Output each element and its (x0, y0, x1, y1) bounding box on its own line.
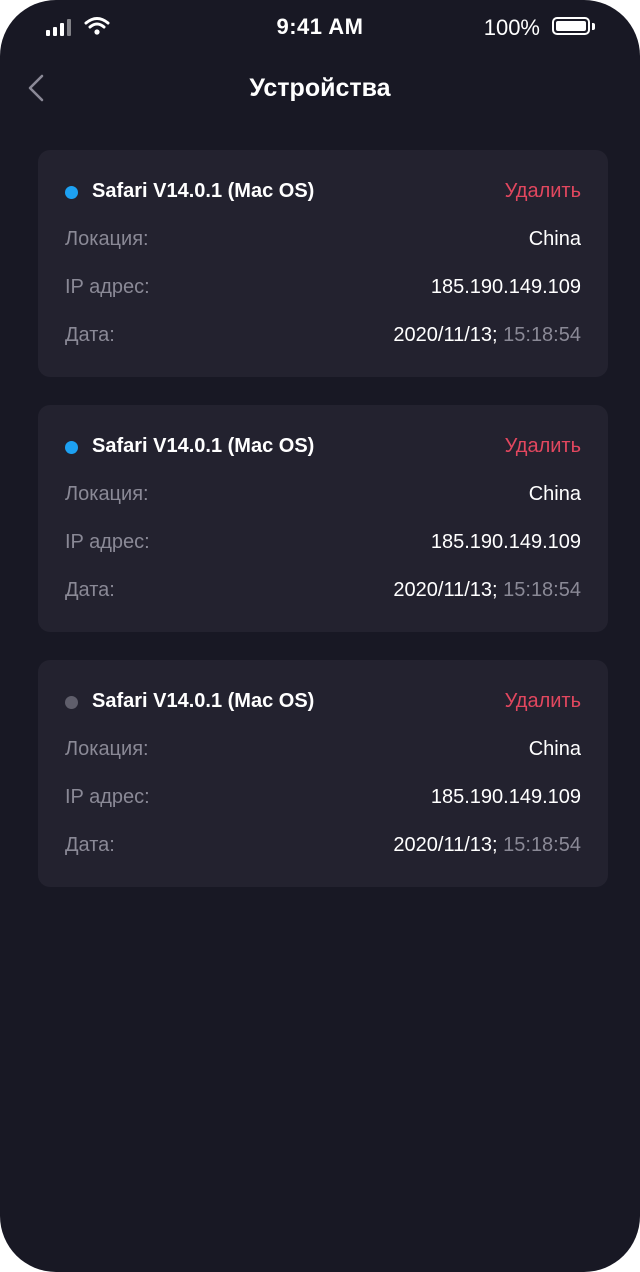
location-value: China (528, 483, 581, 505)
delete-device-button[interactable]: Удалить (505, 180, 581, 203)
time-text: 15:18:54 (497, 834, 581, 856)
location-value: China (528, 738, 581, 760)
location-row: Локация: China (65, 228, 581, 256)
battery-tip (592, 23, 595, 30)
delete-device-button[interactable]: Удалить (505, 690, 581, 713)
ip-label: IP адрес: (65, 786, 150, 808)
location-row: Локация: China (65, 738, 581, 766)
time-text: 15:18:54 (497, 579, 581, 601)
device-card-header: Safari V14.0.1 (Mac OS) Удалить (64, 433, 581, 463)
date-row: Дата: 2020/11/13; 15:18:54 (65, 579, 581, 607)
ip-row: IP адрес: 185.190.149.109 (65, 276, 581, 304)
location-label: Локация: (65, 738, 149, 760)
device-name: Safari V14.0.1 (Mac OS) (92, 435, 315, 457)
device-card-header: Safari V14.0.1 (Mac OS) Удалить (64, 688, 581, 718)
date-value: 2020/11/13; 15:18:54 (393, 579, 581, 602)
battery-icon (552, 17, 590, 35)
delete-device-button[interactable]: Удалить (505, 435, 581, 458)
date-label: Дата: (65, 579, 115, 601)
status-time: 9:41 AM (276, 14, 364, 39)
ip-label: IP адрес: (65, 276, 150, 298)
ip-label: IP адрес: (65, 531, 150, 553)
location-label: Локация: (65, 483, 149, 505)
status-bar: 9:41 AM 100% (0, 0, 640, 56)
location-label: Локация: (65, 228, 149, 250)
date-text: 2020/11/13 (393, 324, 493, 346)
date-text: 2020/11/13 (393, 579, 493, 601)
ip-row: IP адрес: 185.190.149.109 (65, 786, 581, 814)
phone-screen: 9:41 AM 100% Устройства Safari V14.0.1 (… (0, 0, 640, 1272)
device-card: Safari V14.0.1 (Mac OS) Удалить Локация:… (38, 150, 608, 377)
status-dot-icon (65, 186, 78, 199)
status-dot-icon (65, 696, 78, 709)
device-list: Safari V14.0.1 (Mac OS) Удалить Локация:… (38, 150, 608, 915)
device-card-header: Safari V14.0.1 (Mac OS) Удалить (64, 178, 581, 208)
date-value: 2020/11/13; 15:18:54 (393, 834, 581, 857)
battery-percentage: 100% (483, 15, 540, 40)
ip-value: 185.190.149.109 (430, 786, 581, 808)
device-card: Safari V14.0.1 (Mac OS) Удалить Локация:… (38, 660, 608, 887)
ip-row: IP адрес: 185.190.149.109 (65, 531, 581, 559)
date-label: Дата: (65, 324, 115, 346)
status-dot-icon (65, 441, 78, 454)
location-value: China (528, 228, 581, 250)
date-row: Дата: 2020/11/13; 15:18:54 (65, 324, 581, 352)
location-row: Локация: China (65, 483, 581, 511)
ip-value: 185.190.149.109 (430, 531, 581, 553)
date-label: Дата: (65, 834, 115, 856)
date-row: Дата: 2020/11/13; 15:18:54 (65, 834, 581, 862)
page-title: Устройства (249, 74, 391, 102)
ip-value: 185.190.149.109 (430, 276, 581, 298)
date-text: 2020/11/13 (393, 834, 493, 856)
date-value: 2020/11/13; 15:18:54 (393, 324, 581, 347)
time-text: 15:18:54 (497, 324, 581, 346)
device-name: Safari V14.0.1 (Mac OS) (92, 690, 315, 712)
navigation-bar: Устройства (0, 62, 640, 114)
device-name: Safari V14.0.1 (Mac OS) (92, 180, 315, 202)
device-card: Safari V14.0.1 (Mac OS) Удалить Локация:… (38, 405, 608, 632)
